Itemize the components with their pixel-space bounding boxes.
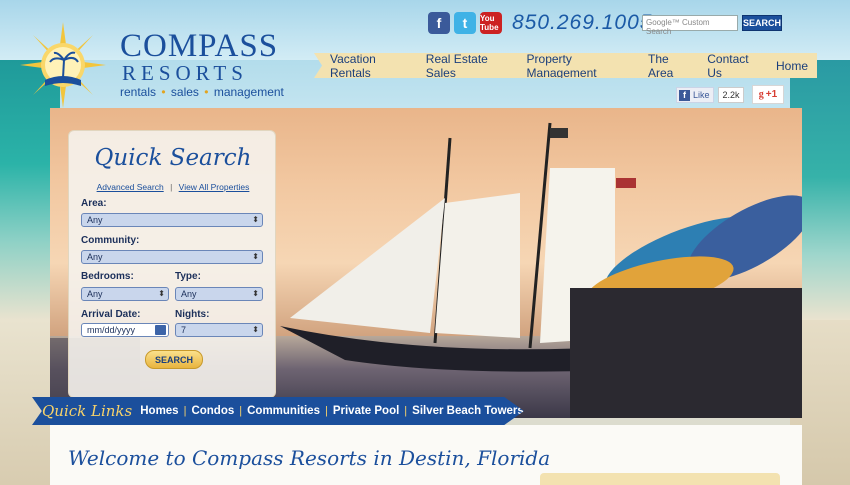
link-separator: |	[239, 405, 243, 417]
site-search-button[interactable]: SEARCH	[742, 15, 782, 31]
area-select[interactable]: Any ⬍	[81, 213, 263, 227]
nav-home[interactable]: Home	[776, 59, 808, 73]
community-label: Community:	[81, 235, 140, 246]
nav-vacation-rentals[interactable]: Vacation Rentals	[330, 53, 410, 78]
logo[interactable]: COMPASS RESORTS rentals • sales • manage…	[14, 16, 284, 108]
brand-subname: RESORTS	[122, 61, 248, 85]
quick-link-homes[interactable]: Homes	[140, 405, 178, 417]
type-select[interactable]: Any ⬍	[175, 287, 263, 301]
arrival-date-label: Arrival Date:	[81, 309, 141, 320]
quick-links-banner: Quick Links Homes | Condos | Communities…	[32, 397, 524, 425]
main-nav: Vacation Rentals Real Estate Sales Prope…	[314, 53, 817, 78]
advanced-search-link[interactable]: Advanced Search	[97, 182, 164, 192]
google-plus-button[interactable]: g +1	[752, 85, 784, 104]
arrival-date-placeholder: mm/dd/yyyy	[87, 325, 136, 335]
bedrooms-label: Bedrooms:	[81, 271, 134, 282]
link-separator: |	[183, 405, 187, 417]
tagline-rentals: rentals	[120, 85, 157, 99]
tagline-sales: sales	[170, 85, 199, 99]
facebook-like-count: 2.2k	[718, 87, 744, 103]
welcome-heading: Welcome to Compass Resorts in Destin, Fl…	[68, 446, 551, 470]
compass-sun-logo-icon	[20, 22, 106, 108]
quick-link-silver-beach-towers[interactable]: Silver Beach Towers	[412, 405, 524, 417]
quick-link-condos[interactable]: Condos	[191, 405, 234, 417]
calendar-icon[interactable]	[155, 325, 166, 335]
view-all-properties-link[interactable]: View All Properties	[179, 182, 250, 192]
bedrooms-select[interactable]: Any ⬍	[81, 287, 169, 301]
facebook-f-icon: f	[679, 89, 690, 101]
quick-links-title: Quick Links	[42, 402, 133, 420]
link-separator: |	[324, 405, 328, 417]
quick-search-title: Quick Search	[94, 145, 252, 171]
nav-contact-us[interactable]: Contact Us	[707, 53, 760, 78]
nights-value: 7	[181, 325, 187, 335]
tagline-management: management	[213, 85, 284, 99]
nav-the-area[interactable]: The Area	[648, 53, 691, 78]
like-label: Like	[693, 90, 710, 100]
quick-link-private-pool[interactable]: Private Pool	[333, 405, 399, 417]
twitter-icon[interactable]: t	[454, 12, 476, 34]
brand-tagline: rentals • sales • management	[120, 85, 284, 99]
site-search-input[interactable]: Google™ Custom Search	[642, 15, 738, 36]
facebook-icon[interactable]: f	[428, 12, 450, 34]
link-separator: |	[404, 405, 408, 417]
social-links: f t You Tube	[428, 12, 502, 34]
select-arrows-icon: ⬍	[252, 289, 259, 298]
community-select[interactable]: Any ⬍	[81, 250, 263, 264]
google-plus-g-icon: g	[758, 89, 764, 100]
facebook-like-button[interactable]: f Like	[676, 87, 714, 103]
nav-property-management[interactable]: Property Management	[527, 53, 632, 78]
select-arrows-icon: ⬍	[252, 325, 259, 334]
area-label: Area:	[81, 198, 107, 209]
quick-link-communities[interactable]: Communities	[247, 405, 320, 417]
site-header: COMPASS RESORTS rentals • sales • manage…	[0, 0, 850, 108]
select-arrows-icon: ⬍	[252, 252, 259, 261]
google-plus-label: +1	[765, 89, 778, 100]
type-value: Any	[181, 289, 197, 299]
nav-real-estate-sales[interactable]: Real Estate Sales	[426, 53, 511, 78]
select-arrows-icon: ⬍	[252, 215, 259, 224]
quick-search-panel: Quick Search Advanced Search | View All …	[68, 130, 276, 398]
youtube-icon[interactable]: You Tube	[480, 12, 502, 34]
quick-search-links: Advanced Search | View All Properties	[69, 182, 277, 192]
quick-search-button[interactable]: SEARCH	[145, 350, 203, 369]
area-value: Any	[87, 215, 103, 225]
tagline-dot: •	[204, 85, 209, 99]
phone-number[interactable]: 850.269.1005	[512, 11, 652, 35]
sidebar-box	[540, 473, 780, 485]
community-value: Any	[87, 252, 103, 262]
tagline-dot: •	[161, 85, 166, 99]
nights-select[interactable]: 7 ⬍	[175, 323, 263, 337]
select-arrows-icon: ⬍	[158, 289, 165, 298]
bedrooms-value: Any	[87, 289, 103, 299]
brand-name: COMPASS	[120, 28, 279, 64]
arrival-date-input[interactable]: mm/dd/yyyy	[81, 323, 169, 337]
nights-label: Nights:	[175, 309, 210, 320]
link-separator: |	[170, 182, 173, 192]
type-label: Type:	[175, 271, 201, 282]
